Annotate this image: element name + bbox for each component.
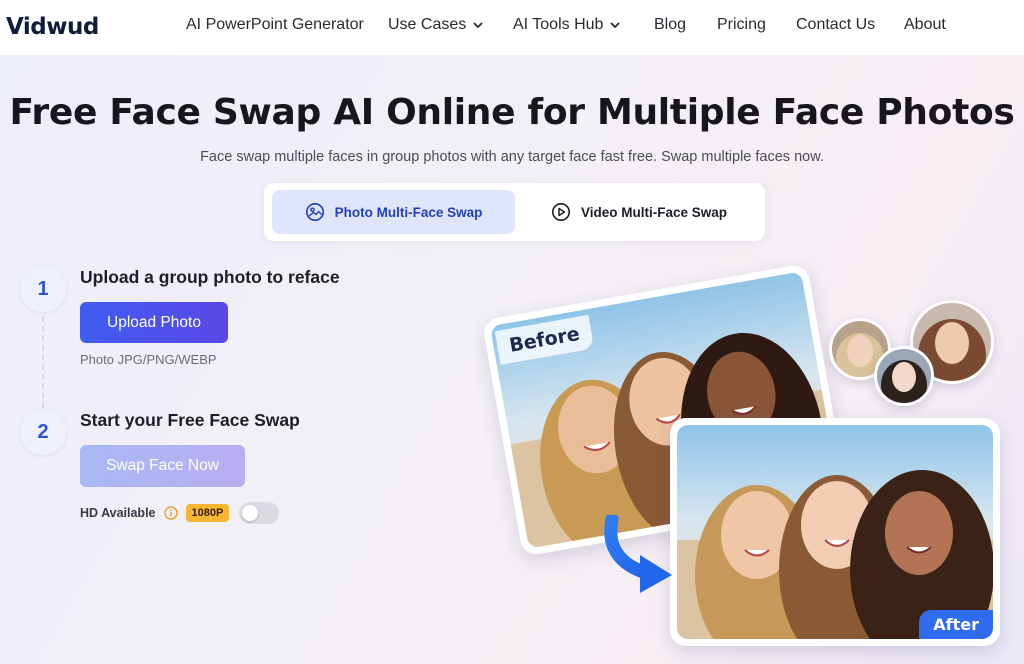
step-number-1: 1 <box>20 266 66 312</box>
top-navigation: Vidwud AI PowerPoint Generator Use Cases… <box>0 0 1024 55</box>
step-number-2: 2 <box>20 409 66 455</box>
play-icon <box>551 203 570 221</box>
nav-use-cases[interactable]: Use Cases <box>388 16 484 34</box>
hd-toggle[interactable] <box>239 502 280 524</box>
after-label: After <box>919 610 993 639</box>
nav-label: Blog <box>654 16 687 33</box>
page-subtitle: Face swap multiple faces in group photos… <box>200 149 824 165</box>
face-image <box>877 349 931 403</box>
tab-photo-multi-face-swap[interactable]: Photo Multi-Face Swap <box>272 190 515 234</box>
tab-label: Photo Multi-Face Swap <box>334 204 483 220</box>
step-2-title: Start your Free Face Swap <box>80 410 300 430</box>
upload-photo-button[interactable]: Upload Photo <box>80 302 228 343</box>
tab-label: Video Multi-Face Swap <box>580 204 728 220</box>
page-title: Free Face Swap AI Online for Multiple Fa… <box>9 92 1015 133</box>
toggle-knob <box>242 505 259 521</box>
swap-face-now-button[interactable]: Swap Face Now <box>80 445 245 487</box>
nav-label: Pricing <box>717 16 766 33</box>
logo[interactable]: Vidwud <box>6 14 99 40</box>
nav-label: Contact Us <box>796 16 876 33</box>
step-connector <box>42 316 44 408</box>
hd-label: HD Available <box>80 506 156 520</box>
nav-ai-powerpoint-generator[interactable]: AI PowerPoint Generator <box>186 16 364 34</box>
chevron-down-icon <box>473 22 483 29</box>
swapped-photo-image <box>677 425 993 639</box>
file-types-note: Photo JPG/PNG/WEBP <box>80 352 217 367</box>
nav-label: AI Tools Hub <box>513 16 604 33</box>
after-photo-card: After <box>670 418 1000 646</box>
target-face-avatar-3[interactable] <box>874 346 934 406</box>
after-photo: After <box>677 425 993 639</box>
nav-ai-tools-hub[interactable]: AI Tools Hub <box>513 16 621 34</box>
chevron-down-icon <box>610 22 621 29</box>
info-icon[interactable] <box>163 506 178 520</box>
nav-label: Use Cases <box>388 16 467 33</box>
resolution-badge: 1080P <box>185 504 230 522</box>
hd-option: HD Available 1080P <box>80 502 280 524</box>
nav-contact-us[interactable]: Contact Us <box>796 16 875 34</box>
curved-arrow-icon <box>604 515 672 593</box>
nav-about[interactable]: About <box>904 16 946 34</box>
tab-video-multi-face-swap[interactable]: Video Multi-Face Swap <box>520 190 758 234</box>
nav-blog[interactable]: Blog <box>654 16 686 34</box>
nav-label: About <box>904 16 946 33</box>
step-1-title: Upload a group photo to reface <box>80 267 340 287</box>
nav-label: AI PowerPoint Generator <box>186 16 364 33</box>
image-icon <box>305 203 324 221</box>
nav-pricing[interactable]: Pricing <box>717 16 766 34</box>
mode-tabs: Photo Multi-Face Swap Video Multi-Face S… <box>264 183 765 241</box>
